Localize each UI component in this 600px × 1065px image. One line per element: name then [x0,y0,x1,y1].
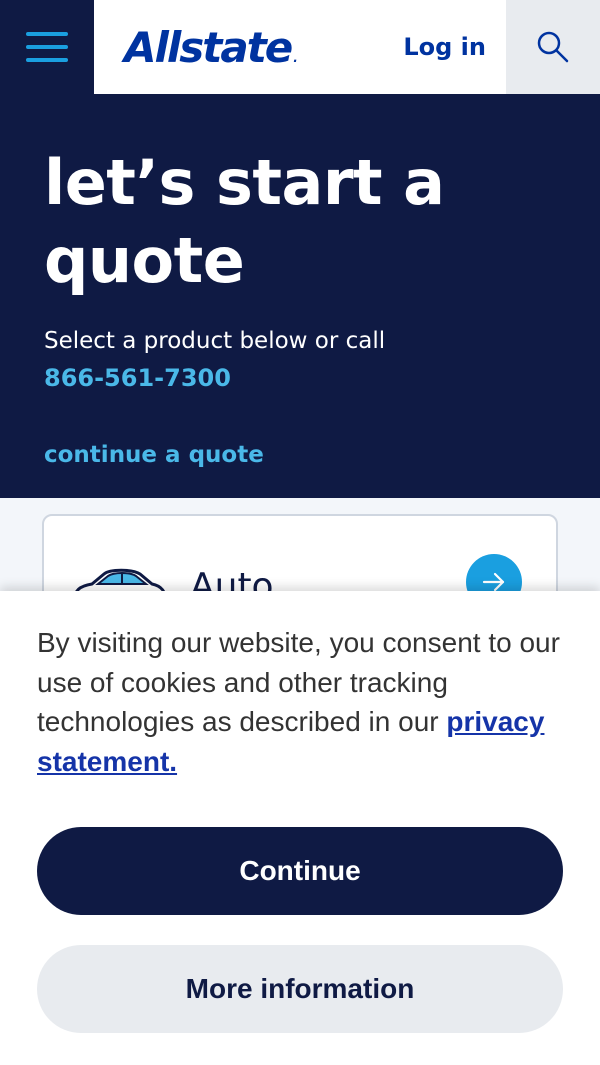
site-header: Allstate. Log in [0,0,600,94]
title-line-2: quote [44,224,245,297]
quote-hero: let’s start a quote Select a product bel… [0,94,600,498]
hero-subtitle: Select a product below or call [44,328,386,354]
cookie-consent-banner: By visiting our website, you consent to … [0,591,600,1065]
search-icon [537,31,569,63]
page: Allstate. Log in let’s start a quote Sel… [0,0,600,1065]
phone-link[interactable]: 866-561-7300 [44,364,231,392]
cookie-message: By visiting our website, you consent to … [37,623,563,781]
header-bar: Allstate. Log in [94,0,506,94]
more-information-button[interactable]: More information [37,945,563,1033]
allstate-logo[interactable]: Allstate. [124,22,298,72]
login-link[interactable]: Log in [403,33,486,61]
logo-text: Allstate [124,22,293,72]
menu-button[interactable] [0,0,94,94]
logo-mark: . [293,50,297,65]
continue-button[interactable]: Continue [37,827,563,915]
search-button[interactable] [506,0,600,94]
continue-quote-link[interactable]: continue a quote [44,442,264,468]
hamburger-icon-bar [26,58,68,62]
page-title: let’s start a quote [44,144,556,300]
hamburger-icon-bar [26,45,68,49]
hamburger-icon-bar [26,32,68,36]
title-line-1: let’s start a [44,146,445,219]
